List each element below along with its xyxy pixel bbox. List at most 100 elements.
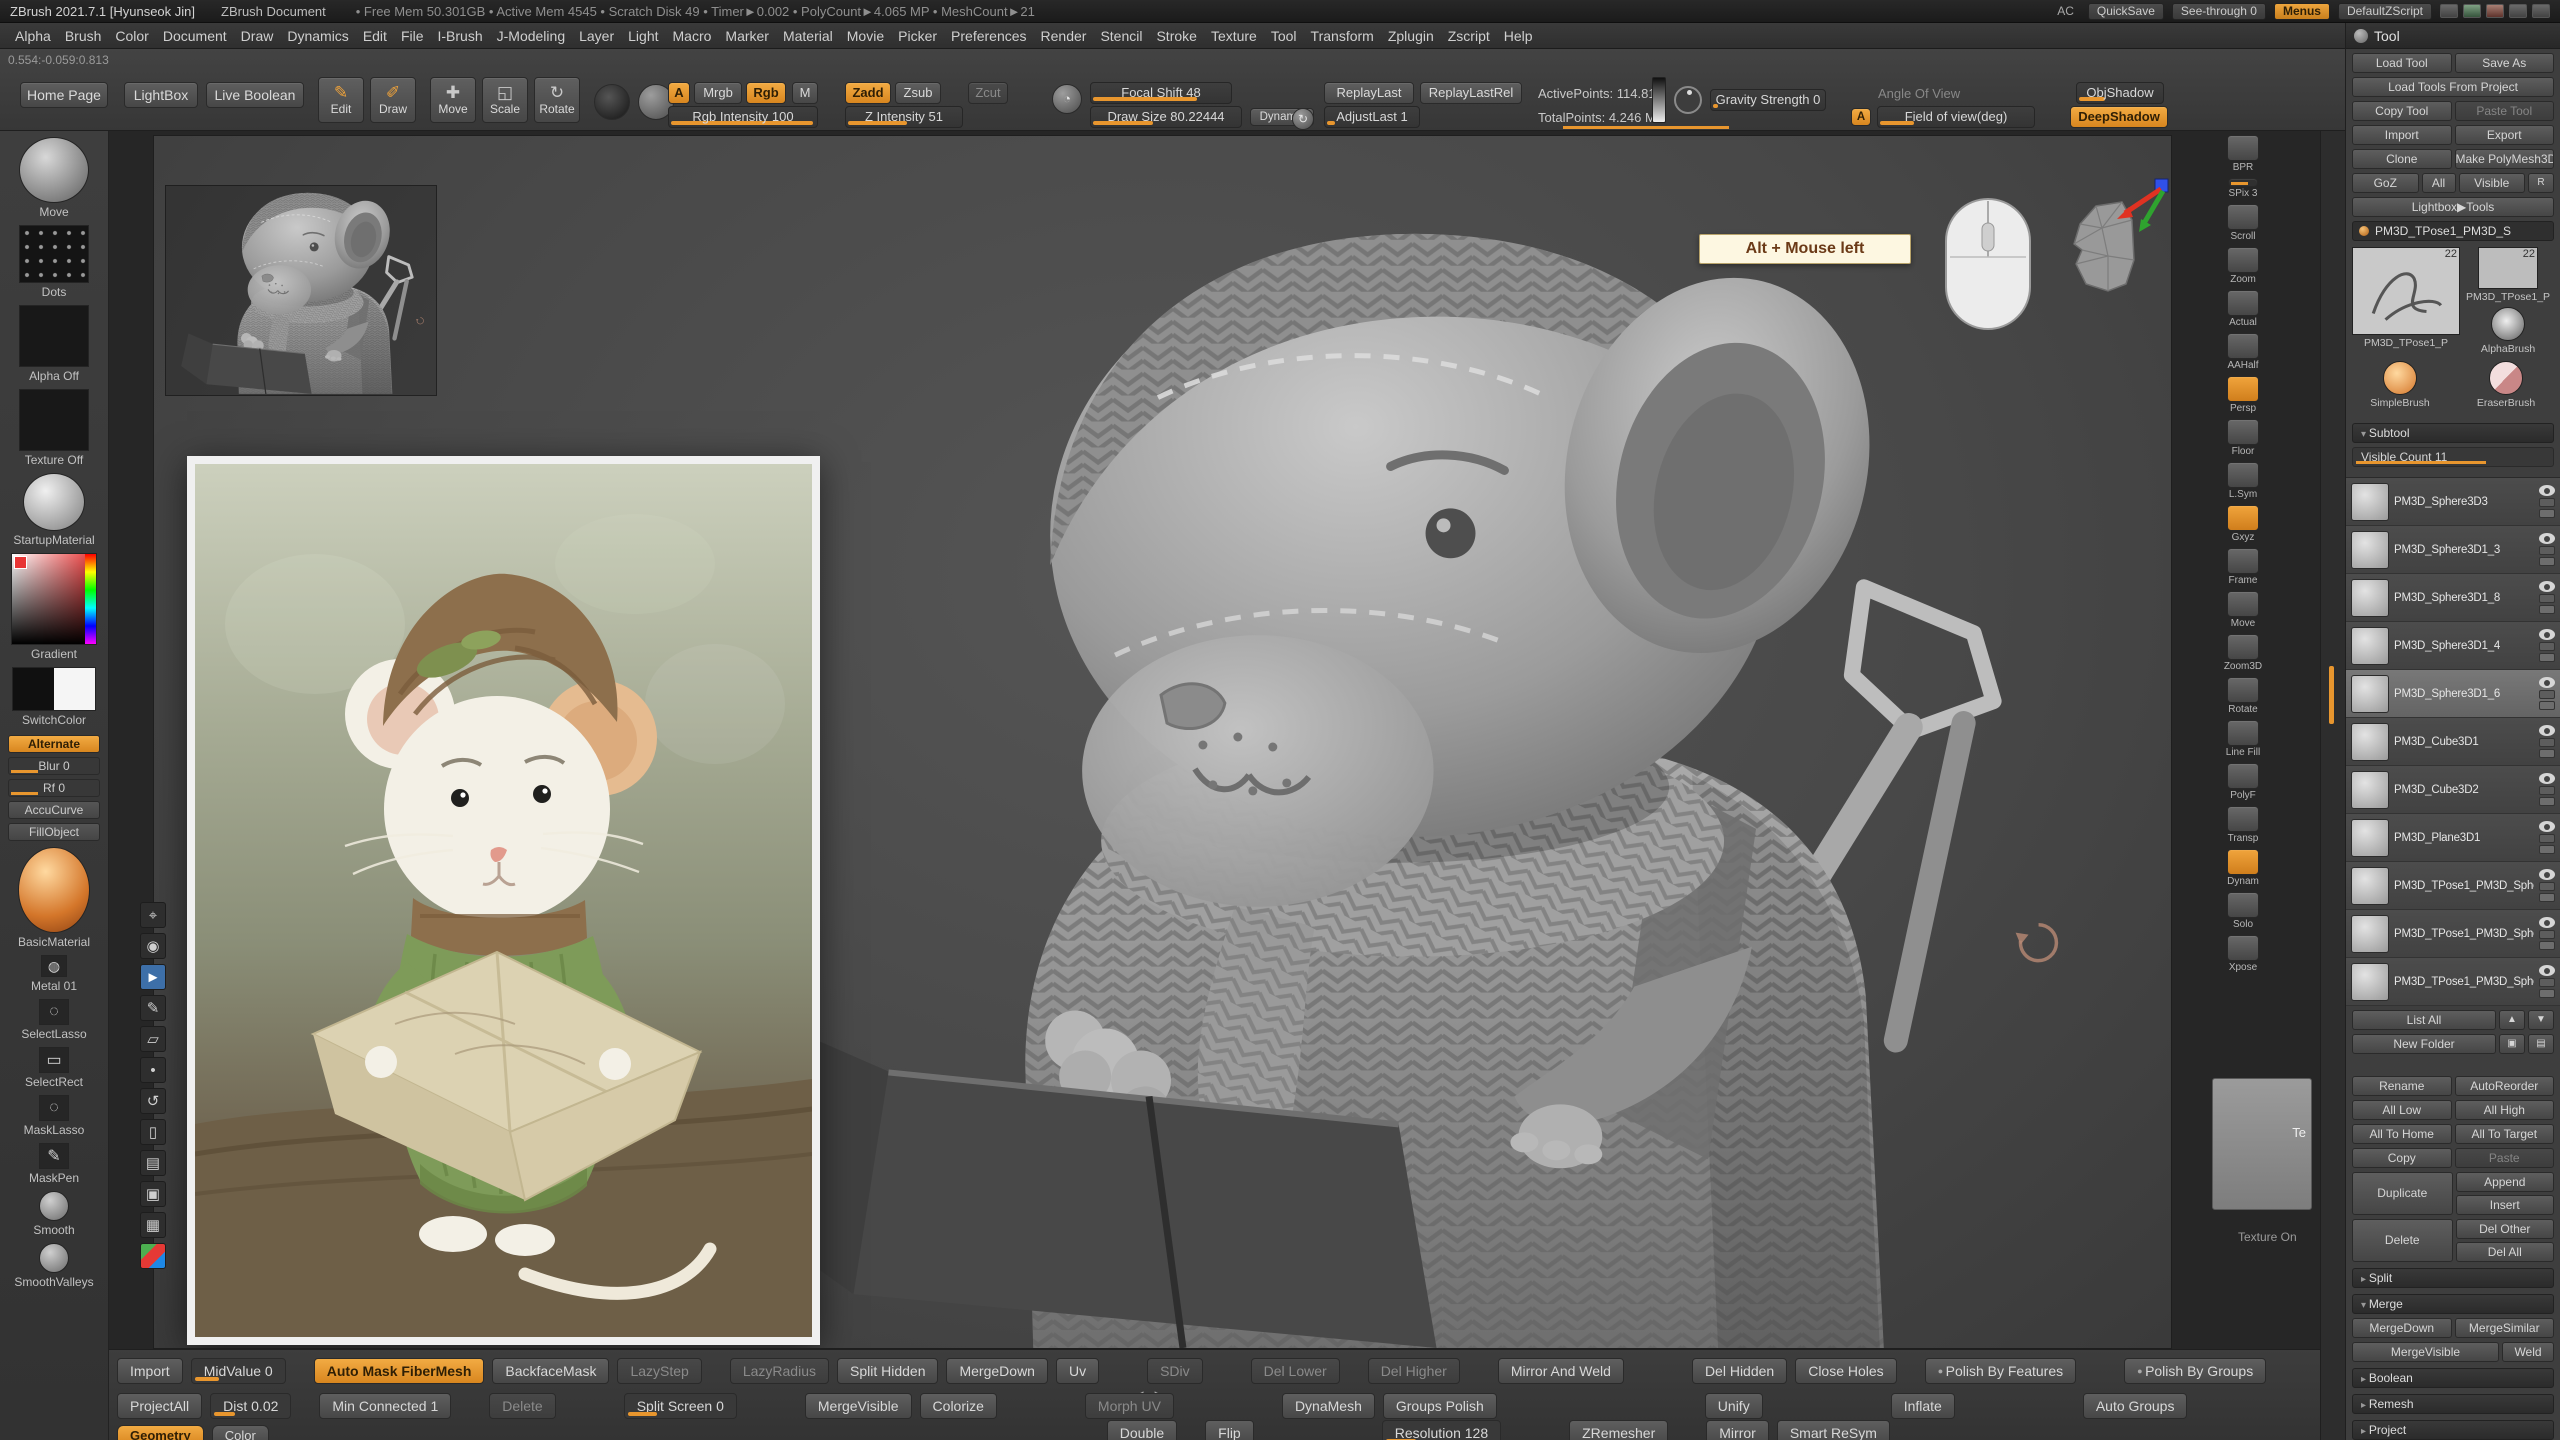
strip-tool[interactable]: Xpose <box>2227 935 2259 973</box>
tray-tool[interactable]: ▭ SelectRect <box>25 1047 83 1089</box>
uv-icon[interactable] <box>2539 605 2555 614</box>
eye-icon[interactable] <box>2539 917 2555 928</box>
subtool-section-header[interactable]: Subtool <box>2352 423 2554 443</box>
subpalette-button[interactable]: Del Higher <box>1368 1358 1460 1384</box>
replay-last-button[interactable]: ReplayLast <box>1324 82 1414 104</box>
grid-view-icon[interactable] <box>2440 4 2458 18</box>
append-button[interactable]: Append <box>2456 1172 2555 1192</box>
polypaint-icon[interactable] <box>2539 594 2555 603</box>
menu-item[interactable]: Stroke <box>1149 25 1203 47</box>
all-high-button[interactable]: All High <box>2455 1100 2555 1120</box>
strip-tool[interactable]: Rotate <box>2227 677 2259 715</box>
PM3D_Sphere3D1_4[interactable]: PM3D_Sphere3D1_4 <box>2346 622 2560 670</box>
recent-tool-thumbnail[interactable]: 22 <box>2478 247 2538 289</box>
PM3D_Sphere3D3[interactable]: PM3D_Sphere3D3 <box>2346 478 2560 526</box>
document-minimap[interactable] <box>165 185 437 396</box>
angle-badge-icon[interactable]: A <box>1851 108 1871 126</box>
tray-tool[interactable]: StartupMaterial <box>13 473 94 547</box>
strip-tool[interactable]: L.Sym <box>2227 462 2259 500</box>
uv-icon[interactable] <box>2539 893 2555 902</box>
texture-popout-tab[interactable]: Te <box>2292 1125 2306 1140</box>
all-to-target-button[interactable]: All To Target <box>2455 1124 2555 1144</box>
make-polymesh3d-button[interactable]: Make PolyMesh3D <box>2455 149 2555 169</box>
m-button[interactable]: M <box>792 82 818 104</box>
strip-tool[interactable]: Frame <box>2227 548 2259 586</box>
menu-item[interactable]: Alpha <box>8 25 58 47</box>
menu-item[interactable]: Color <box>108 25 155 47</box>
strip-tool[interactable]: Move <box>2227 591 2259 629</box>
subpalette-button[interactable]: Morph UV <box>1085 1393 1174 1419</box>
uv-icon[interactable] <box>2539 557 2555 566</box>
strip-tool[interactable]: Scroll <box>2227 204 2259 242</box>
tray-tool[interactable]: Smooth <box>33 1191 74 1237</box>
autoreorder-button[interactable]: AutoReorder <box>2455 1076 2555 1096</box>
menu-item[interactable]: Texture <box>1204 25 1264 47</box>
palette-tab[interactable]: Geometry <box>117 1425 204 1440</box>
PM3D_Sphere3D1_6[interactable]: PM3D_Sphere3D1_6 <box>2346 670 2560 718</box>
boolean-section-header[interactable]: Boolean <box>2352 1368 2554 1388</box>
subpalette-button[interactable]: Delete <box>489 1393 555 1419</box>
strip-tool[interactable]: BPR <box>2227 135 2259 173</box>
subpalette-button[interactable]: Unify <box>1705 1393 1763 1419</box>
pencil-icon[interactable]: ✎ <box>140 995 166 1021</box>
gravity-strength-slider[interactable]: Gravity Strength 0 <box>1710 89 1826 111</box>
eye-icon[interactable] <box>2539 677 2555 688</box>
rotate-button[interactable]: ↻Rotate <box>534 77 580 123</box>
menu-item[interactable]: Edit <box>356 25 394 47</box>
PM3D_Sphere3D1_8[interactable]: PM3D_Sphere3D1_8 <box>2346 574 2560 622</box>
uv-icon[interactable] <box>2539 941 2555 950</box>
subpalette-button[interactable]: MergeVisible <box>805 1393 912 1419</box>
tray-tool[interactable]: ◌ SelectLasso <box>21 999 86 1041</box>
strip-tool[interactable]: AAHalf <box>2227 333 2259 371</box>
strip-tool[interactable]: Actual <box>2227 290 2259 328</box>
del-all-button[interactable]: Del All <box>2456 1242 2555 1262</box>
strip-tool[interactable]: SPix 3 <box>2228 178 2258 199</box>
menus-button[interactable]: Menus <box>2274 3 2330 20</box>
strip-tool[interactable]: Zoom <box>2227 247 2259 285</box>
subpalette-button[interactable]: ProjectAll <box>117 1393 202 1419</box>
subpalette-button[interactable]: Del Lower <box>1251 1358 1340 1384</box>
project-section-header[interactable]: Project <box>2352 1420 2554 1440</box>
subpalette-button[interactable]: SDiv <box>1147 1358 1203 1384</box>
window-icon[interactable] <box>2509 4 2527 18</box>
see-through-slider[interactable]: See-through 0 <box>2172 3 2266 20</box>
goz-all-button[interactable]: All <box>2422 173 2456 193</box>
tray-tool[interactable]: Alpha Off <box>19 305 89 383</box>
obj-shadow-slider[interactable]: ObjShadow 0.3 <box>2076 82 2164 104</box>
tray-tool[interactable]: BasicMaterial <box>18 847 90 949</box>
menu-item[interactable]: Light <box>621 25 665 47</box>
simplebrush-item[interactable]: SimpleBrush <box>2352 361 2448 409</box>
goz-button[interactable]: GoZ <box>2352 173 2419 193</box>
rgb-button[interactable]: Rgb <box>746 82 786 104</box>
polypaint-icon[interactable] <box>2539 546 2555 555</box>
paste-tool-button[interactable]: Paste Tool <box>2455 101 2555 121</box>
copy-subtool-button[interactable]: Copy <box>2352 1148 2452 1168</box>
menu-item[interactable]: Render <box>1034 25 1094 47</box>
uv-icon[interactable] <box>2539 749 2555 758</box>
folder-icon[interactable]: ▣ <box>2499 1034 2525 1054</box>
lightbox-tools-button[interactable]: Lightbox▶Tools <box>2352 197 2554 217</box>
duplicate-button[interactable]: Duplicate <box>2352 1172 2453 1215</box>
subtool-down-icon[interactable]: ▼ <box>2528 1010 2554 1030</box>
accucurve-button[interactable]: AccuCurve <box>8 801 100 819</box>
strip-tool[interactable]: Gxyz <box>2227 505 2259 543</box>
eye-icon[interactable] <box>2539 773 2555 784</box>
menu-item[interactable]: I-Brush <box>431 25 490 47</box>
reference-photo[interactable] <box>187 456 820 1345</box>
strip-tool[interactable]: Transp <box>2227 806 2259 844</box>
weld-button[interactable]: Weld <box>2502 1342 2554 1362</box>
fillobject-button[interactable]: FillObject <box>8 823 100 841</box>
menu-item[interactable]: Tool <box>1264 25 1304 47</box>
subpalette-button[interactable]: Uv <box>1056 1358 1099 1384</box>
menu-item[interactable]: Material <box>776 25 840 47</box>
menu-item[interactable]: Marker <box>718 25 776 47</box>
paste-subtool-button[interactable]: Paste <box>2455 1148 2555 1168</box>
subpalette-button[interactable]: Mirror And Weld <box>1498 1358 1624 1384</box>
color-swatch-icon[interactable] <box>140 1243 166 1269</box>
uv-icon[interactable] <box>2539 701 2555 710</box>
rename-button[interactable]: Rename <box>2352 1076 2452 1096</box>
rgb-intensity-slider[interactable]: Rgb Intensity 100 <box>668 106 818 128</box>
split-section-header[interactable]: Split <box>2352 1268 2554 1288</box>
menu-item[interactable]: Layer <box>572 25 621 47</box>
focal-dial-icon[interactable]: ◔ <box>1052 84 1082 114</box>
